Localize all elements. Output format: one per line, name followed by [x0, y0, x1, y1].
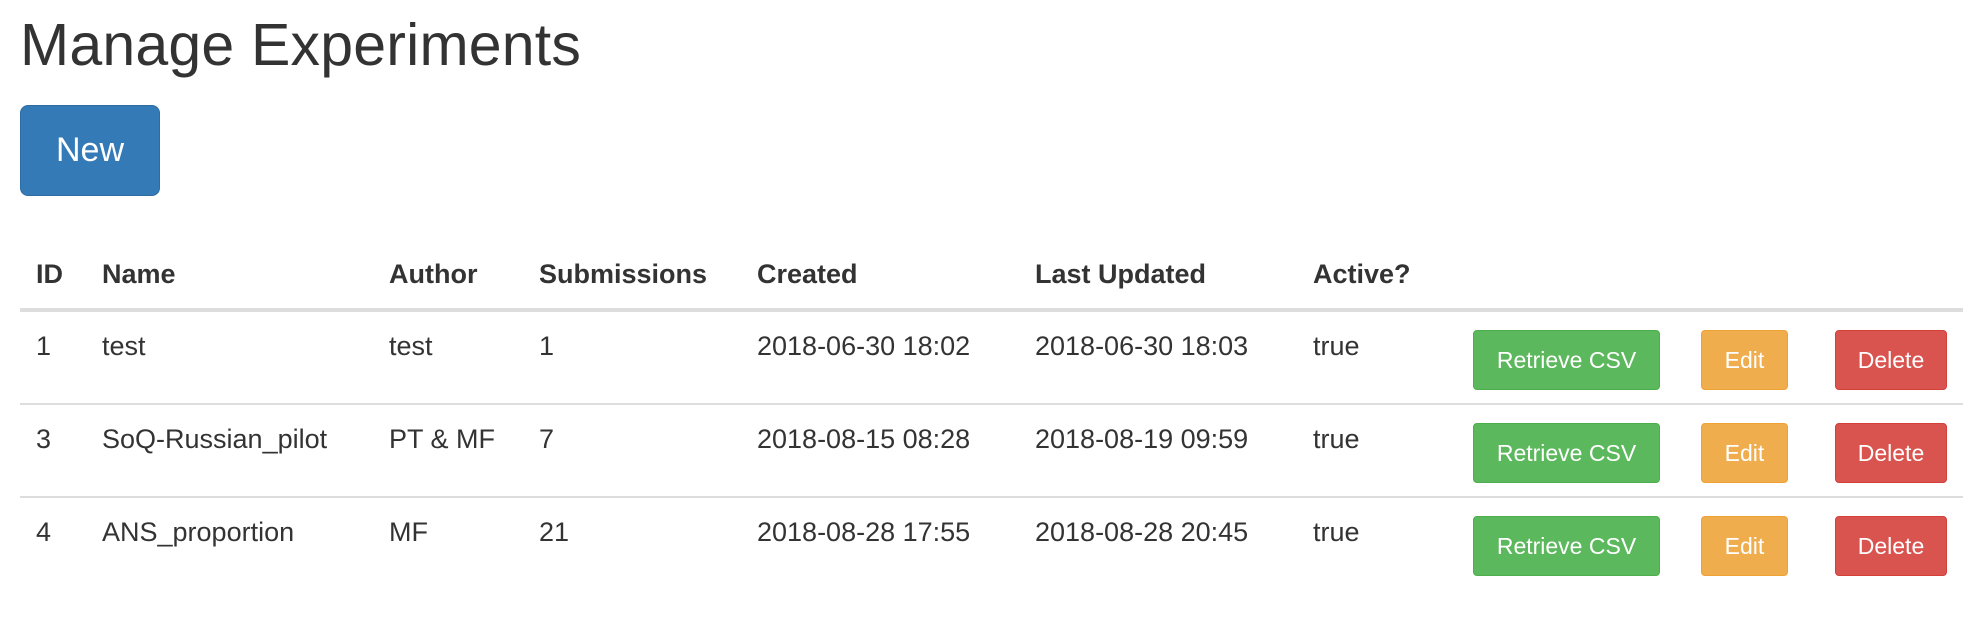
cell-name: ANS_proportion	[102, 517, 295, 547]
table-row: 3 SoQ-Russian_pilot PT & MF 7 2018-08-15…	[20, 405, 1963, 498]
table-row: 1 test test 1 2018-06-30 18:02 2018-06-3…	[20, 312, 1963, 405]
cell-submissions: 21	[539, 517, 570, 547]
edit-button[interactable]: Edit	[1701, 423, 1788, 483]
new-experiment-button[interactable]: New	[20, 105, 160, 196]
cell-name: SoQ-Russian_pilot	[102, 424, 328, 454]
cell-last-updated: 2018-08-19 09:59	[1035, 424, 1249, 454]
delete-button[interactable]: Delete	[1835, 330, 1947, 390]
edit-button[interactable]: Edit	[1701, 516, 1788, 576]
cell-active: true	[1313, 517, 1360, 547]
header-active: Active?	[1313, 259, 1411, 289]
delete-button[interactable]: Delete	[1835, 423, 1947, 483]
header-author: Author	[389, 259, 478, 289]
header-id: ID	[36, 259, 63, 289]
edit-button[interactable]: Edit	[1701, 330, 1788, 390]
cell-last-updated: 2018-06-30 18:03	[1035, 331, 1249, 361]
table-header-row: ID Name Author Submissions Created Last …	[20, 245, 1963, 312]
cell-id: 1	[36, 331, 52, 361]
retrieve-csv-button[interactable]: Retrieve CSV	[1473, 516, 1660, 576]
cell-created: 2018-06-30 18:02	[757, 331, 971, 361]
retrieve-csv-button[interactable]: Retrieve CSV	[1473, 330, 1660, 390]
cell-author: test	[389, 331, 433, 361]
cell-created: 2018-08-28 17:55	[757, 517, 971, 547]
retrieve-csv-button[interactable]: Retrieve CSV	[1473, 423, 1660, 483]
cell-active: true	[1313, 331, 1360, 361]
cell-last-updated: 2018-08-28 20:45	[1035, 517, 1249, 547]
table-row: 4 ANS_proportion MF 21 2018-08-28 17:55 …	[20, 498, 1963, 591]
cell-id: 4	[36, 517, 52, 547]
cell-created: 2018-08-15 08:28	[757, 424, 971, 454]
cell-author: PT & MF	[389, 424, 496, 454]
experiments-table: ID Name Author Submissions Created Last …	[20, 245, 1963, 591]
header-created: Created	[757, 259, 858, 289]
cell-name: test	[102, 331, 146, 361]
manage-experiments-page: Manage Experiments New ID Name Author Su…	[0, 0, 1988, 630]
cell-submissions: 1	[539, 331, 555, 361]
header-name: Name	[102, 259, 176, 289]
delete-button[interactable]: Delete	[1835, 516, 1947, 576]
cell-active: true	[1313, 424, 1360, 454]
cell-author: MF	[389, 517, 428, 547]
header-last-updated: Last Updated	[1035, 259, 1207, 289]
cell-submissions: 7	[539, 424, 555, 454]
header-submissions: Submissions	[539, 259, 708, 289]
page-title: Manage Experiments	[20, 12, 582, 78]
cell-id: 3	[36, 424, 52, 454]
